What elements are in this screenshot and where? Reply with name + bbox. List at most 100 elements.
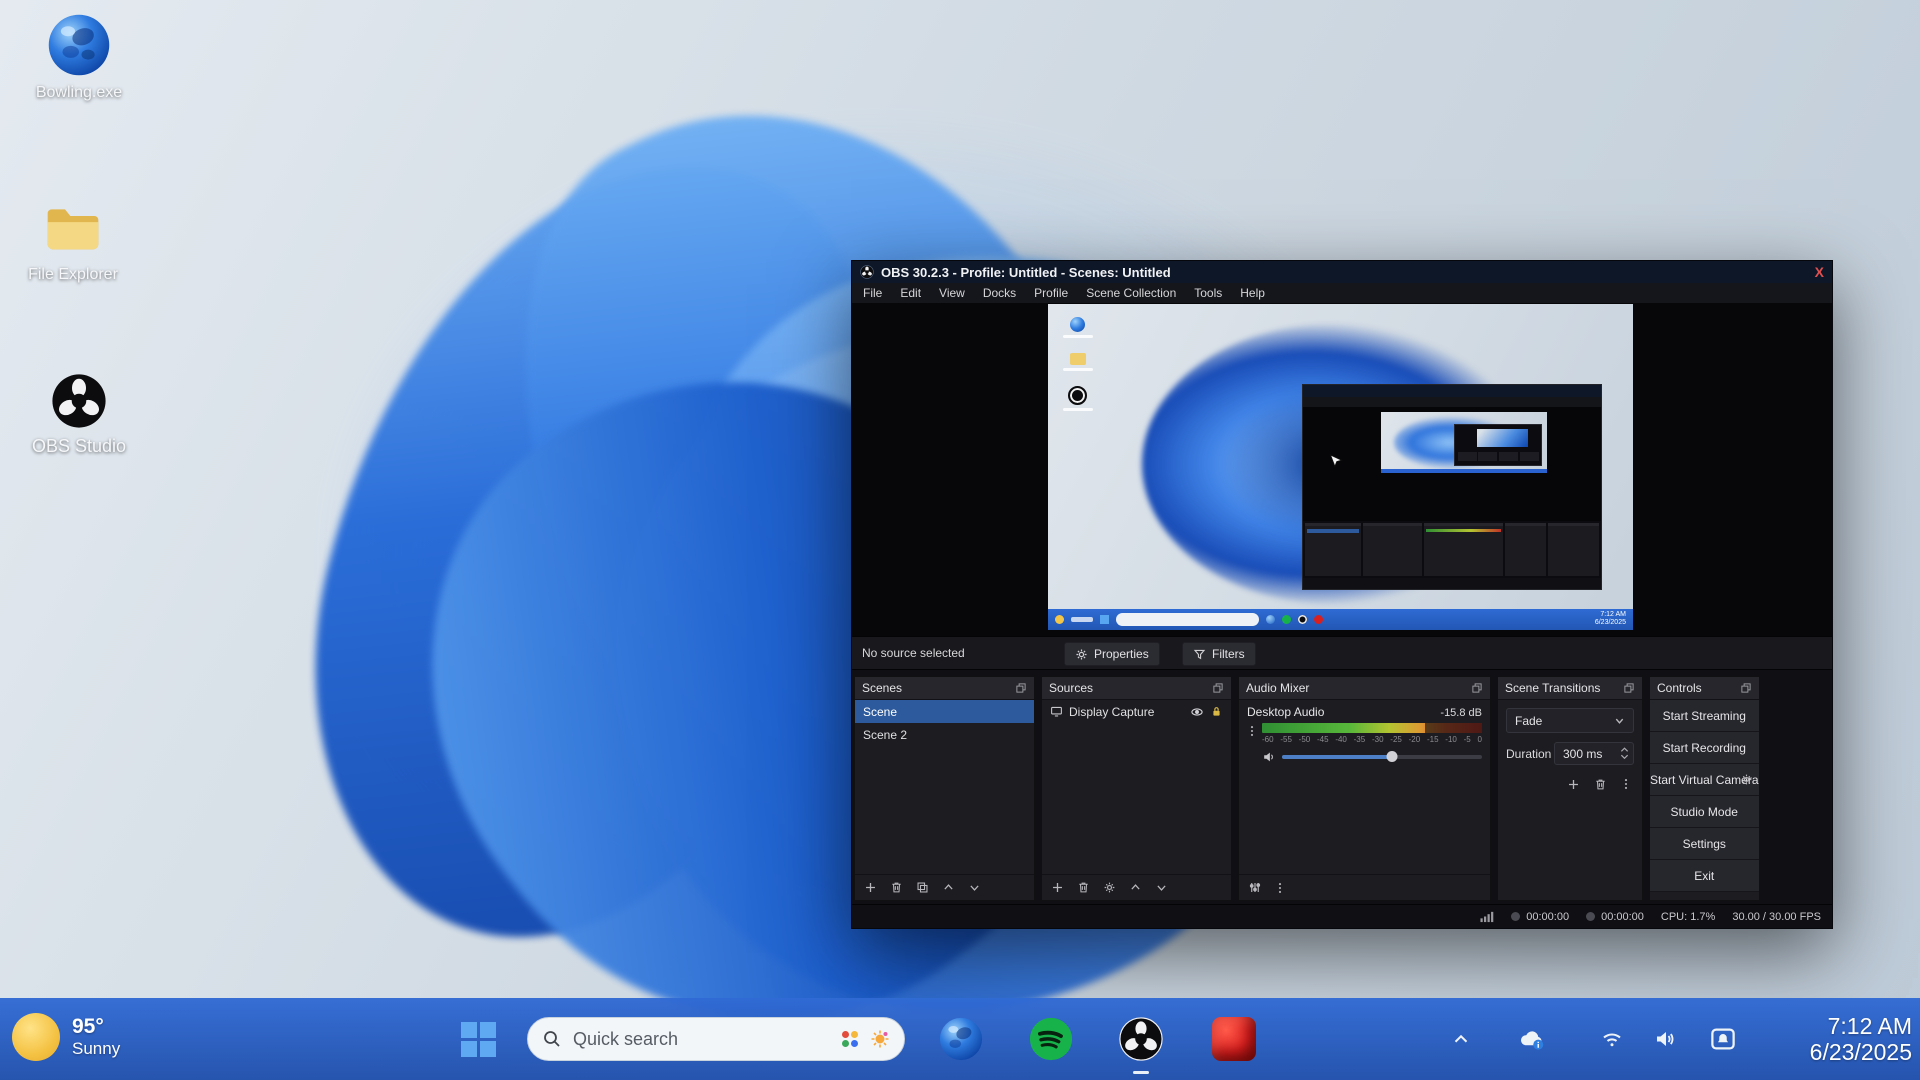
lock-icon[interactable] <box>1210 705 1223 718</box>
mixer-menu-icon[interactable] <box>1247 724 1257 738</box>
taskbar-weather-widget[interactable]: 95° Sunny <box>12 1013 120 1061</box>
mixer-options-icon[interactable] <box>1275 881 1285 895</box>
menu-tools[interactable]: Tools <box>1185 286 1231 300</box>
taskbar-search[interactable]: Quick search <box>527 1017 905 1061</box>
audio-channel-name: Desktop Audio <box>1247 705 1324 719</box>
sources-header: Sources <box>1042 677 1231 700</box>
clock-date: 6/23/2025 <box>1810 1039 1912 1065</box>
window-title: OBS 30.2.3 - Profile: Untitled - Scenes:… <box>881 265 1171 280</box>
no-source-selected-label: No source selected <box>862 646 965 660</box>
wifi-icon <box>1599 1027 1625 1051</box>
transition-options-icon[interactable] <box>1621 777 1631 791</box>
search-highlights-icon[interactable] <box>870 1029 890 1049</box>
dock-icon[interactable] <box>1212 682 1224 694</box>
duration-value: 300 ms <box>1563 747 1602 761</box>
sources-panel: Sources Display Capture <box>1041 676 1232 901</box>
menu-scene-collection[interactable]: Scene Collection <box>1077 286 1185 300</box>
controls-title: Controls <box>1657 681 1702 695</box>
monitor-icon <box>1050 705 1063 718</box>
tray-chevron[interactable] <box>1449 1028 1473 1050</box>
source-item-display-capture[interactable]: Display Capture <box>1042 700 1231 723</box>
spinner-arrows-icon[interactable] <box>1620 747 1629 760</box>
add-transition-button[interactable] <box>1567 777 1580 791</box>
source-toolbar: No source selected Properties Filters <box>852 636 1832 670</box>
menu-file[interactable]: File <box>854 286 891 300</box>
transition-dropdown[interactable]: Fade <box>1506 708 1634 733</box>
tray-weather-cloud[interactable] <box>1516 1024 1548 1054</box>
duplicate-scene-button[interactable] <box>916 881 929 894</box>
taskbar-app-obs[interactable] <box>1116 1014 1166 1064</box>
scene-item[interactable]: Scene 2 <box>855 723 1034 746</box>
menu-docks[interactable]: Docks <box>974 286 1025 300</box>
audio-meter <box>1262 723 1482 733</box>
remove-source-button[interactable] <box>1077 881 1090 894</box>
start-recording-button[interactable]: Start Recording <box>1650 732 1759 764</box>
taskbar-clock[interactable]: 7:12 AM 6/23/2025 <box>1810 1013 1912 1066</box>
notifications-icon <box>1708 1024 1738 1054</box>
move-source-up-button[interactable] <box>1129 881 1142 894</box>
filters-button[interactable]: Filters <box>1182 642 1256 666</box>
duration-spinner[interactable]: 300 ms <box>1554 742 1634 765</box>
settings-button[interactable]: Settings <box>1650 828 1759 860</box>
add-scene-button[interactable] <box>864 881 877 894</box>
visibility-eye-icon[interactable] <box>1190 705 1204 719</box>
preview-taskbar: 7:12 AM 6/23/2025 <box>1048 609 1633 630</box>
volume-handle[interactable] <box>1387 751 1398 762</box>
tray-volume[interactable] <box>1652 1027 1678 1051</box>
source-properties-button[interactable] <box>1103 881 1116 894</box>
start-streaming-button[interactable]: Start Streaming <box>1650 700 1759 732</box>
dock-icon[interactable] <box>1740 682 1752 694</box>
advanced-audio-button[interactable] <box>1248 881 1262 894</box>
menu-view[interactable]: View <box>930 286 974 300</box>
dock-icon[interactable] <box>1471 682 1483 694</box>
menu-edit[interactable]: Edit <box>891 286 930 300</box>
remove-transition-button[interactable] <box>1594 777 1607 791</box>
scene-item-selected[interactable]: Scene <box>855 700 1034 723</box>
visual-search-icon[interactable] <box>842 1031 858 1047</box>
studio-mode-button[interactable]: Studio Mode <box>1650 796 1759 828</box>
blue-sphere-icon <box>938 1016 984 1062</box>
audio-mixer-title: Audio Mixer <box>1246 681 1309 695</box>
move-scene-up-button[interactable] <box>942 881 955 894</box>
properties-label: Properties <box>1094 647 1149 661</box>
exit-button[interactable]: Exit <box>1650 860 1759 892</box>
menu-profile[interactable]: Profile <box>1025 286 1077 300</box>
dock-icon[interactable] <box>1623 682 1635 694</box>
close-button[interactable]: X <box>1815 265 1824 279</box>
display-capture-preview[interactable]: 7:12 AM 6/23/2025 <box>1048 304 1633 630</box>
desktop-icon-file-explorer[interactable]: File Explorer <box>8 196 138 284</box>
menu-help[interactable]: Help <box>1231 286 1274 300</box>
duration-label: Duration <box>1506 747 1551 761</box>
start-button[interactable] <box>461 1022 496 1057</box>
add-source-button[interactable] <box>1051 881 1064 894</box>
desktop-icon-obs-studio[interactable]: OBS Studio <box>14 372 144 457</box>
stats-signal-icon <box>1479 910 1494 923</box>
red-app-icon <box>1212 1017 1256 1061</box>
volume-icon <box>1652 1027 1678 1051</box>
bowling-ball-icon <box>46 12 112 78</box>
audio-level-db: -15.8 dB <box>1440 707 1482 719</box>
volume-slider[interactable] <box>1282 755 1482 759</box>
captured-cursor-icon <box>1329 454 1343 470</box>
scenes-panel: Scenes Scene Scene 2 <box>854 676 1035 901</box>
tray-notifications[interactable] <box>1708 1024 1738 1054</box>
taskbar-app-blue-sphere[interactable] <box>936 1014 986 1064</box>
remove-scene-button[interactable] <box>890 881 903 894</box>
taskbar-app-red[interactable] <box>1209 1014 1259 1064</box>
obs-titlebar[interactable]: OBS 30.2.3 - Profile: Untitled - Scenes:… <box>852 261 1832 283</box>
preview-obs-window <box>1302 384 1601 590</box>
streaming-dot-icon <box>1586 912 1595 921</box>
taskbar-app-spotify[interactable] <box>1026 1014 1076 1064</box>
start-virtual-camera-button[interactable]: Start Virtual Camera <box>1650 764 1759 796</box>
move-scene-down-button[interactable] <box>968 881 981 894</box>
audio-mixer-panel: Audio Mixer Desktop Audio -15.8 dB <box>1238 676 1491 901</box>
filters-label: Filters <box>1212 647 1245 661</box>
tray-wifi[interactable] <box>1599 1027 1625 1051</box>
speaker-icon[interactable] <box>1262 750 1276 764</box>
move-source-down-button[interactable] <box>1155 881 1168 894</box>
virtual-camera-config-icon[interactable] <box>1740 773 1753 786</box>
properties-button[interactable]: Properties <box>1064 642 1160 666</box>
desktop-icon-bowling[interactable]: Bowling.exe <box>14 12 144 102</box>
dock-icon[interactable] <box>1015 682 1027 694</box>
recording-timer: 00:00:00 <box>1511 911 1569 923</box>
